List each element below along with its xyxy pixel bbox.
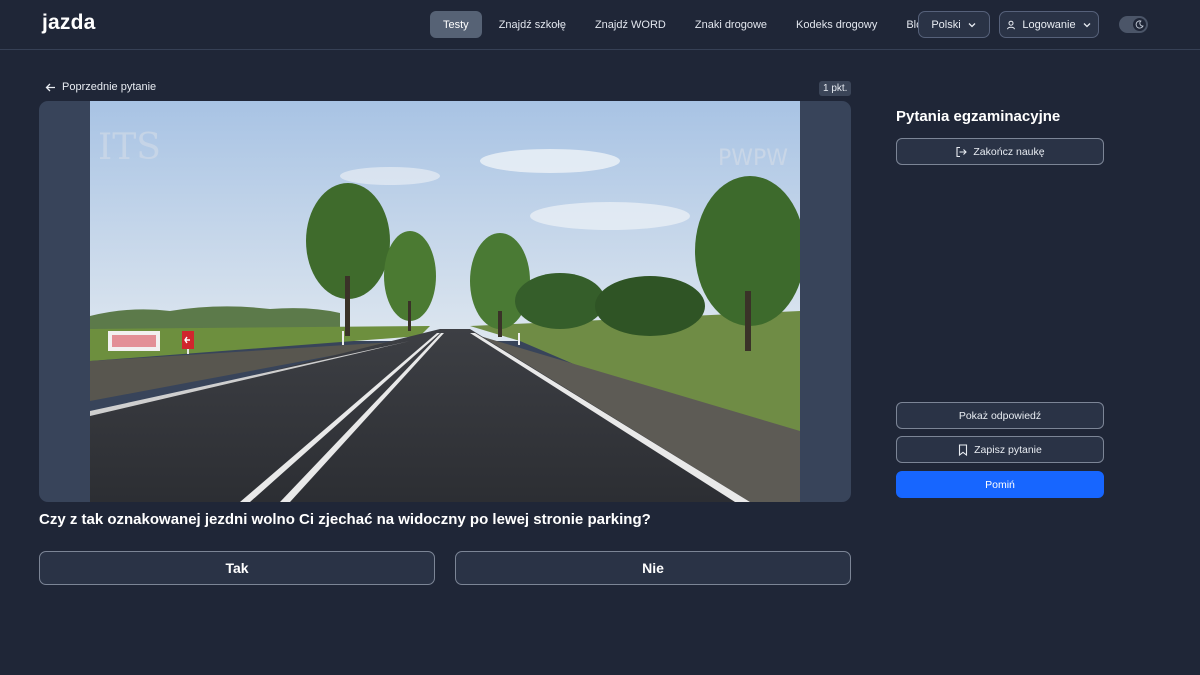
points-badge: 1 pkt. — [819, 81, 852, 96]
save-question-button[interactable]: Zapisz pytanie — [896, 436, 1104, 463]
watermark-pwpw: PWPW — [718, 146, 788, 171]
nav-road-code[interactable]: Kodeks drogowy — [783, 11, 890, 38]
moon-icon — [1133, 18, 1146, 31]
show-answer-label: Pokaż odpowiedź — [958, 409, 1042, 422]
chevron-down-icon — [1082, 20, 1092, 30]
login-label: Logowanie — [1022, 18, 1076, 31]
skip-label: Pomiń — [985, 478, 1015, 491]
end-learning-button[interactable]: Zakończ naukę — [896, 138, 1104, 165]
save-question-label: Zapisz pytanie — [974, 443, 1042, 456]
nav-find-word[interactable]: Znajdź WORD — [582, 11, 679, 38]
theme-toggle[interactable] — [1119, 16, 1148, 33]
logo-text: jazda — [42, 11, 96, 34]
language-label: Polski — [931, 18, 961, 31]
nav-tests[interactable]: Testy — [430, 11, 482, 38]
user-icon — [1006, 20, 1016, 30]
answer-no-button[interactable]: Nie — [455, 551, 851, 585]
previous-question-label: Poprzednie pytanie — [62, 81, 157, 93]
sidebar-title: Pytania egzaminacyjne — [896, 108, 1061, 125]
login-button[interactable]: Logowanie — [999, 11, 1099, 38]
previous-question-link[interactable]: Poprzednie pytanie — [45, 81, 156, 93]
main-nav: Testy Znajdź szkołę Znajdź WORD Znaki dr… — [430, 11, 941, 38]
show-answer-button[interactable]: Pokaż odpowiedź — [896, 402, 1104, 429]
question-media: ITS PWPW — [39, 101, 851, 502]
road-photo: ITS PWPW — [90, 101, 800, 502]
skip-button[interactable]: Pomiń — [896, 471, 1104, 498]
chevron-down-icon — [967, 20, 977, 30]
top-navbar: jazda Testy Znajdź szkołę Znajdź WORD Zn… — [0, 0, 1200, 50]
logout-icon — [955, 146, 968, 158]
bookmark-icon — [958, 443, 968, 456]
arrow-left-icon — [45, 82, 56, 93]
nav-find-school[interactable]: Znajdź szkołę — [486, 11, 579, 38]
watermark-its: ITS — [98, 127, 161, 168]
logo[interactable]: jazda — [42, 11, 96, 35]
nav-road-signs[interactable]: Znaki drogowe — [682, 11, 780, 38]
question-text: Czy z tak oznakowanej jezdni wolno Ci zj… — [39, 511, 651, 528]
language-select[interactable]: Polski — [918, 11, 990, 38]
end-learning-label: Zakończ naukę — [973, 145, 1045, 158]
answer-yes-button[interactable]: Tak — [39, 551, 435, 585]
